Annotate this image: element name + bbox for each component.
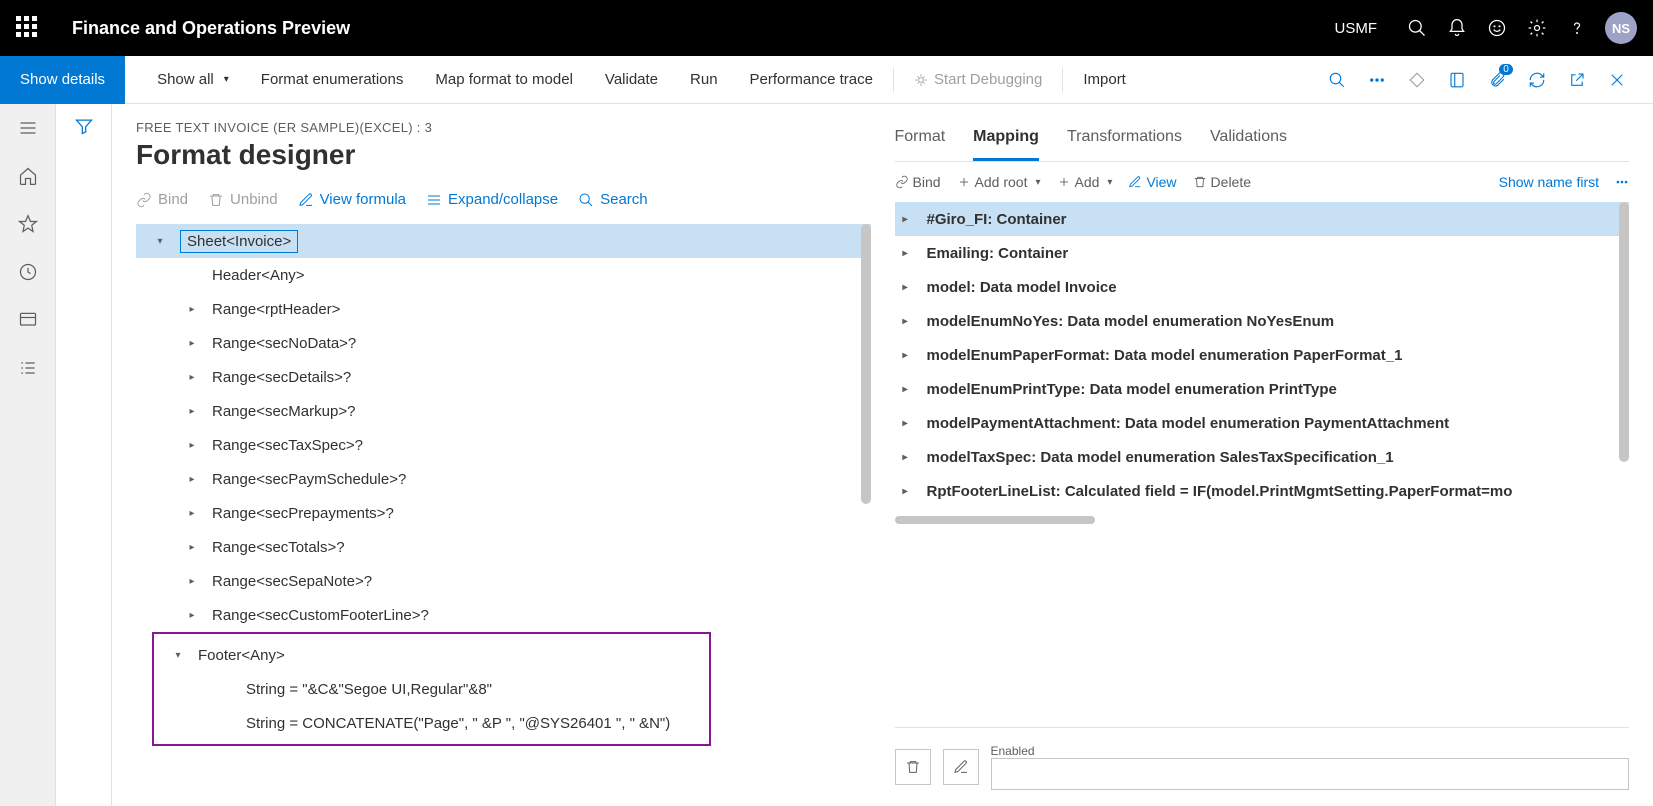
tree-item[interactable]: ▸Range<secPrepayments>? bbox=[136, 496, 871, 530]
footer-delete-icon[interactable] bbox=[895, 749, 931, 785]
start-debugging-button[interactable]: Start Debugging bbox=[898, 56, 1058, 104]
app-title: Finance and Operations Preview bbox=[72, 18, 350, 39]
topbar: Finance and Operations Preview USMF NS bbox=[0, 0, 1653, 56]
attach-icon[interactable]: 0 bbox=[1477, 60, 1517, 100]
help-icon[interactable] bbox=[1557, 8, 1597, 48]
menu-icon[interactable] bbox=[16, 116, 40, 140]
modules-icon[interactable] bbox=[16, 356, 40, 380]
close-icon[interactable] bbox=[1597, 60, 1637, 100]
import-button[interactable]: Import bbox=[1067, 56, 1142, 104]
search-action-icon[interactable] bbox=[1317, 60, 1357, 100]
format-toolbar: Bind Unbind View formula Expand/collapse… bbox=[136, 191, 871, 208]
left-rail bbox=[0, 104, 56, 806]
map-more-icon[interactable] bbox=[1615, 175, 1629, 189]
unbind-button[interactable]: Unbind bbox=[208, 191, 278, 208]
add-button[interactable]: Add bbox=[1057, 174, 1113, 190]
format-enumerations-button[interactable]: Format enumerations bbox=[245, 56, 420, 104]
map-item[interactable]: ▸modelEnumNoYes: Data model enumeration … bbox=[895, 304, 1630, 338]
star-icon[interactable] bbox=[16, 212, 40, 236]
tab-validations[interactable]: Validations bbox=[1210, 120, 1287, 161]
tree-item[interactable]: Header<Any> bbox=[136, 258, 871, 292]
show-details-button[interactable]: Show details bbox=[0, 56, 125, 104]
map-item[interactable]: ▸modelPaymentAttachment: Data model enum… bbox=[895, 406, 1630, 440]
map-bind-button[interactable]: Bind bbox=[895, 174, 941, 190]
map-item[interactable]: ▸#Giro_FI: Container bbox=[895, 202, 1630, 236]
map-item[interactable]: ▸modelEnumPrintType: Data model enumerat… bbox=[895, 372, 1630, 406]
clock-icon[interactable] bbox=[16, 260, 40, 284]
breadcrumb: FREE TEXT INVOICE (ER SAMPLE)(EXCEL) : 3 bbox=[136, 120, 871, 135]
detail-tabs: Format Mapping Transformations Validatio… bbox=[895, 120, 1630, 162]
map-format-button[interactable]: Map format to model bbox=[419, 56, 589, 104]
tab-transformations[interactable]: Transformations bbox=[1067, 120, 1182, 161]
tree-item[interactable]: ▸Range<secNoData>? bbox=[136, 326, 871, 360]
enabled-input[interactable] bbox=[991, 758, 1630, 790]
smile-icon[interactable] bbox=[1477, 8, 1517, 48]
popout-icon[interactable] bbox=[1557, 60, 1597, 100]
map-item[interactable]: ▸RptFooterLineList: Calculated field = I… bbox=[895, 474, 1630, 508]
diamond-icon[interactable] bbox=[1397, 60, 1437, 100]
company-code[interactable]: USMF bbox=[1335, 20, 1378, 37]
action-bar: Show details Show all Format enumeration… bbox=[0, 56, 1653, 104]
tree-item[interactable]: ▸Range<secDetails>? bbox=[136, 360, 871, 394]
footer-field-row: Enabled bbox=[895, 727, 1630, 790]
tree-item[interactable]: ▸Range<secMarkup>? bbox=[136, 394, 871, 428]
tree-footer-string[interactable]: String = CONCATENATE("Page", " &P ", "@S… bbox=[154, 706, 709, 740]
mapping-tree: ▸#Giro_FI: Container ▸Emailing: Containe… bbox=[895, 202, 1630, 711]
format-tree: ▾Sheet<Invoice> Header<Any> ▸Range<rptHe… bbox=[136, 224, 871, 790]
footer-edit-icon[interactable] bbox=[943, 749, 979, 785]
show-all-button[interactable]: Show all bbox=[141, 56, 245, 104]
filter-icon[interactable] bbox=[56, 116, 111, 141]
page-title: Format designer bbox=[136, 139, 871, 171]
map-item[interactable]: ▸modelEnumPaperFormat: Data model enumer… bbox=[895, 338, 1630, 372]
view-formula-button[interactable]: View formula bbox=[298, 191, 406, 208]
map-item[interactable]: ▸modelTaxSpec: Data model enumeration Sa… bbox=[895, 440, 1630, 474]
refresh-icon[interactable] bbox=[1517, 60, 1557, 100]
tab-format[interactable]: Format bbox=[895, 120, 946, 161]
search-icon[interactable] bbox=[1397, 8, 1437, 48]
tree-item[interactable]: ▸Range<secCustomFooterLine>? bbox=[136, 598, 871, 632]
tree-footer-string[interactable]: String = "&C&"Segoe UI,Regular"&8" bbox=[154, 672, 709, 706]
search-button[interactable]: Search bbox=[578, 191, 648, 208]
expand-collapse-button[interactable]: Expand/collapse bbox=[426, 191, 558, 208]
gear-icon[interactable] bbox=[1517, 8, 1557, 48]
enabled-label: Enabled bbox=[991, 744, 1630, 758]
bell-icon[interactable] bbox=[1437, 8, 1477, 48]
map-item[interactable]: ▸model: Data model Invoice bbox=[895, 270, 1630, 304]
workspace-icon[interactable] bbox=[16, 308, 40, 332]
tree-item[interactable]: ▸Range<secSepaNote>? bbox=[136, 564, 871, 598]
mapping-toolbar: Bind Add root Add View Delete Show name … bbox=[895, 174, 1630, 190]
map-item[interactable]: ▸Emailing: Container bbox=[895, 236, 1630, 270]
more-icon[interactable] bbox=[1357, 60, 1397, 100]
tab-mapping[interactable]: Mapping bbox=[973, 120, 1039, 161]
user-avatar[interactable]: NS bbox=[1605, 12, 1637, 44]
run-button[interactable]: Run bbox=[674, 56, 734, 104]
add-root-button[interactable]: Add root bbox=[957, 174, 1041, 190]
show-name-first-button[interactable]: Show name first bbox=[1499, 174, 1599, 190]
view-button[interactable]: View bbox=[1128, 174, 1176, 190]
home-icon[interactable] bbox=[16, 164, 40, 188]
tree-footer[interactable]: ▾Footer<Any> bbox=[154, 638, 709, 672]
tree-root[interactable]: ▾Sheet<Invoice> bbox=[136, 224, 871, 258]
office-icon[interactable] bbox=[1437, 60, 1477, 100]
footer-highlight: ▾Footer<Any> String = "&C&"Segoe UI,Regu… bbox=[152, 632, 711, 746]
bind-button[interactable]: Bind bbox=[136, 191, 188, 208]
tree-item[interactable]: ▸Range<rptHeader> bbox=[136, 292, 871, 326]
delete-button[interactable]: Delete bbox=[1193, 174, 1251, 190]
performance-trace-button[interactable]: Performance trace bbox=[734, 56, 889, 104]
validate-button[interactable]: Validate bbox=[589, 56, 674, 104]
tree-item[interactable]: ▸Range<secPaymSchedule>? bbox=[136, 462, 871, 496]
tree-item[interactable]: ▸Range<secTotals>? bbox=[136, 530, 871, 564]
filter-column bbox=[56, 104, 112, 806]
waffle-icon[interactable] bbox=[16, 16, 40, 40]
tree-item[interactable]: ▸Range<secTaxSpec>? bbox=[136, 428, 871, 462]
